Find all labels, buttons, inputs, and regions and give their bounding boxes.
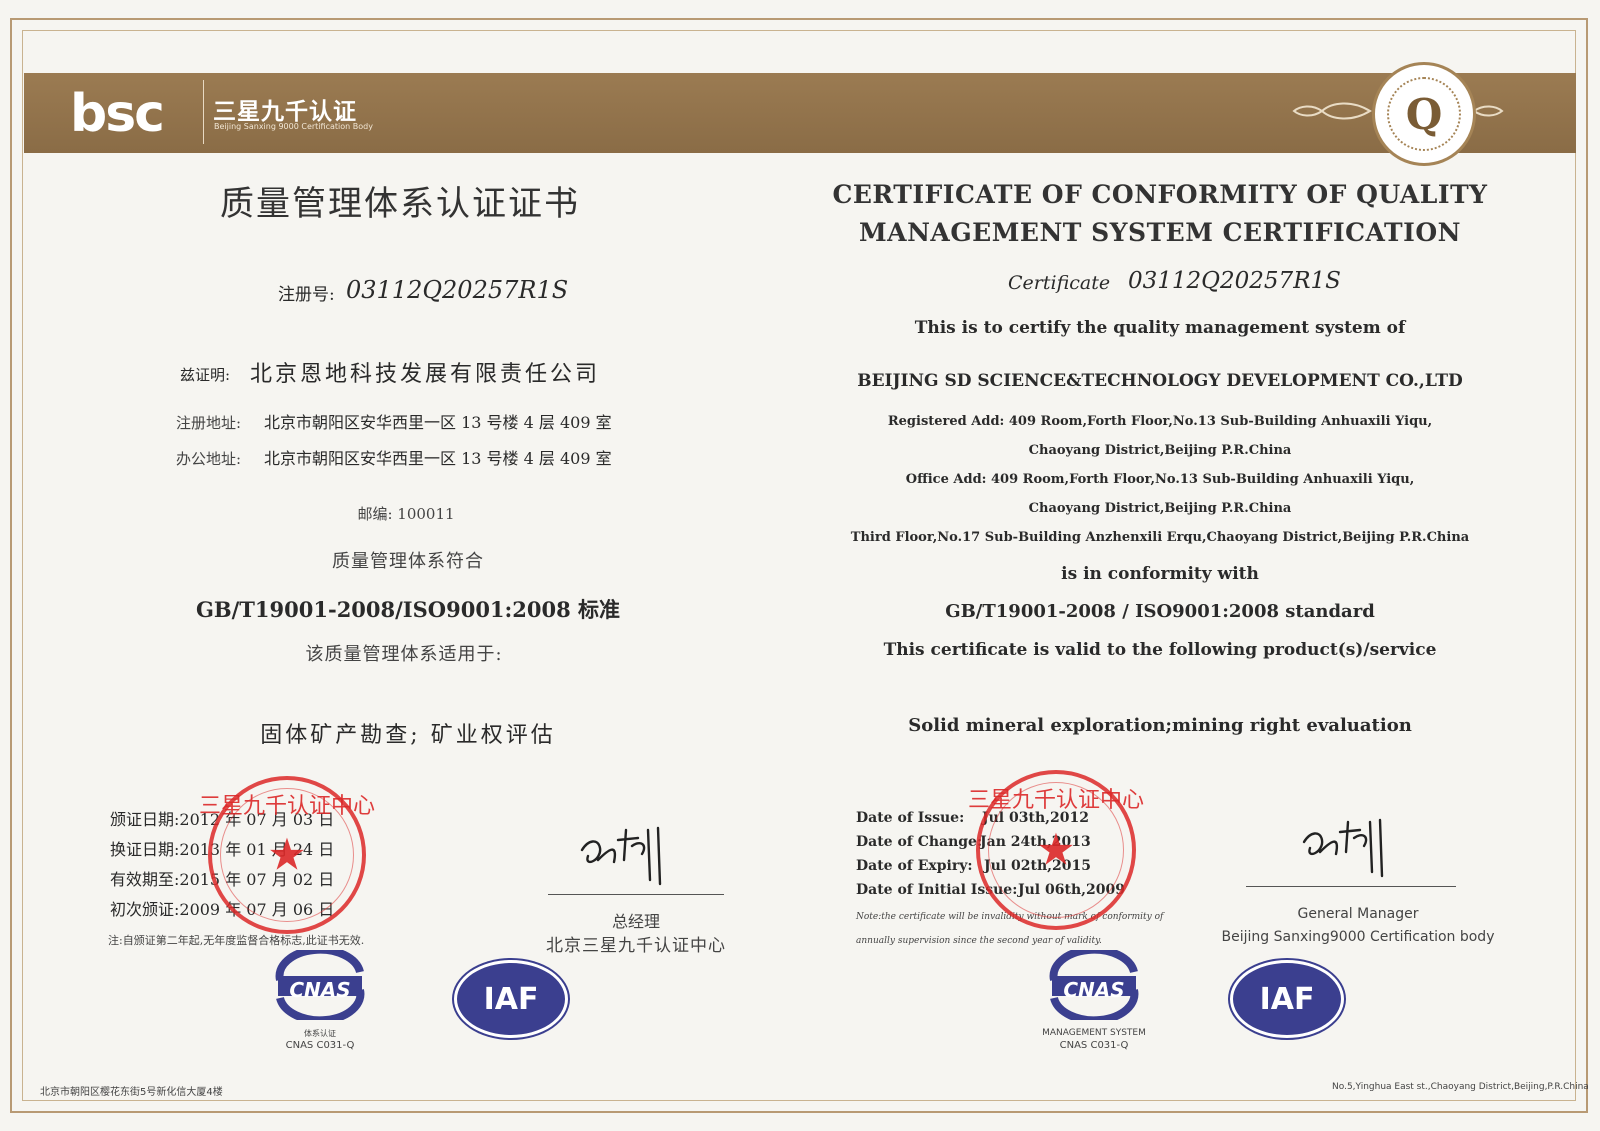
ornament-left-icon xyxy=(1292,102,1372,120)
en-scope: Solid mineral exploration;mining right e… xyxy=(908,715,1412,736)
en-cnas-label: MANAGEMENT SYSTEM xyxy=(1042,1028,1146,1038)
cn-scope: 固体矿产勘查; 矿业权评估 xyxy=(260,723,556,748)
cn-office-addr-label: 办公地址: xyxy=(176,450,242,468)
cn-signer-org: 北京三星九千认证中心 xyxy=(546,936,726,956)
en-cnas-code: CNAS C031-Q xyxy=(1059,1040,1129,1051)
stamp-text: 三星九千认证中心 xyxy=(967,788,1145,813)
cn-reg-addr: 北京市朝阳区安华西里一区 13 号楼 4 层 409 室 xyxy=(264,413,612,432)
cn-reg-label: 注册号: xyxy=(278,285,335,305)
en-footer-address: No.5,Yinghua East st.,Chaoyang District,… xyxy=(1332,1082,1589,1092)
cn-standard: GB/T19001-2008/ISO9001:2008 标准 xyxy=(195,597,621,622)
en-valid-for: This certificate is valid to the followi… xyxy=(883,640,1437,660)
en-reg-addr-1: Registered Add: 409 Room,Forth Floor,No.… xyxy=(887,414,1433,429)
cn-signer-title: 总经理 xyxy=(611,912,661,931)
cn-conform: 质量管理体系符合 xyxy=(332,551,484,572)
cn-title: 质量管理体系认证证书 xyxy=(220,184,580,224)
quality-emblem-icon: Q xyxy=(1372,62,1476,166)
cn-cnas-label: 体系认证 xyxy=(304,1029,336,1038)
en-reg-addr-2: Chaoyang District,Beijing P.R.China xyxy=(1028,443,1292,458)
cn-note: 注:自颁证第二年起,无年度监督合格标志,此证书无效. xyxy=(108,934,365,947)
cn-office-addr: 北京市朝阳区安华西里一区 13 号楼 4 层 409 室 xyxy=(264,449,612,468)
en-note-2: annually supervision since the second ye… xyxy=(856,936,1102,946)
en-red-stamp: 三星九千认证中心 ★ xyxy=(968,770,1144,930)
cn-scope-intro: 该质量管理体系适用于: xyxy=(305,644,503,665)
star-icon: ★ xyxy=(267,829,307,881)
en-iaf-logo-icon: IAF xyxy=(1230,960,1344,1038)
cn-iaf-logo-icon: IAF xyxy=(454,960,568,1038)
cn-company: 北京恩地科技发展有限责任公司 xyxy=(250,362,601,387)
en-signature xyxy=(1302,818,1384,878)
en-cert-label: Certificate xyxy=(1008,272,1111,294)
cn-footer-address: 北京市朝阳区樱花东街5号新化信大厦4楼 xyxy=(40,1087,223,1098)
cn-cnas-code: CNAS C031-Q xyxy=(285,1040,355,1051)
en-title-line1: CERTIFICATE OF CONFORMITY OF QUALITY xyxy=(832,180,1488,209)
en-cert-number: 03112Q20257R1S xyxy=(1128,268,1341,294)
en-change-label: Date of Change: xyxy=(856,834,983,850)
en-company: BEIJING SD SCIENCE&TECHNOLOGY DEVELOPMEN… xyxy=(857,371,1463,391)
certificate: bsc 三星九千认证 Beijing Sanxing 9000 Certific… xyxy=(0,0,1600,1131)
en-office-addr-1: Office Add: 409 Room,Forth Floor,No.13 S… xyxy=(905,472,1415,487)
cn-reg-addr-label: 注册地址: xyxy=(176,414,242,432)
cn-signature xyxy=(580,826,662,886)
brand-name-cn: 三星九千认证 xyxy=(213,99,357,125)
cn-red-stamp: 三星九千认证中心 ★ xyxy=(199,776,375,934)
bsc-logo: bsc xyxy=(70,84,165,144)
en-title-line2: MANAGEMENT SYSTEM CERTIFICATION xyxy=(859,218,1461,247)
en-standard: GB/T19001-2008 / ISO9001:2008 standard xyxy=(945,601,1375,622)
en-signer-title: General Manager xyxy=(1297,906,1419,922)
cn-postcode: 邮编: 100011 xyxy=(357,505,455,523)
en-office-addr-2: Chaoyang District,Beijing P.R.China xyxy=(1028,501,1292,516)
cn-certify-label: 兹证明: xyxy=(180,366,231,384)
en-conform: is in conformity with xyxy=(1061,564,1259,584)
en-expiry-label: Date of Expiry: xyxy=(856,858,973,874)
en-cnas-text: CNAS xyxy=(1063,978,1125,1002)
star-icon: ★ xyxy=(1036,824,1076,876)
en-signature-line xyxy=(1246,886,1456,887)
en-issue-label: Date of Issue: xyxy=(856,810,965,826)
stamp-text: 三星九千认证中心 xyxy=(198,794,376,819)
en-signer-org: Beijing Sanxing9000 Certification body xyxy=(1221,929,1495,945)
cn-cnas-text: CNAS xyxy=(289,978,351,1002)
emblem-letter: Q xyxy=(1387,77,1461,151)
cn-reg-number: 03112Q20257R1S xyxy=(346,276,569,304)
brand-name-en: Beijing Sanxing 9000 Certification Body xyxy=(214,122,373,131)
cn-signature-line xyxy=(548,894,724,895)
logo-divider xyxy=(203,80,204,144)
en-intro: This is to certify the quality managemen… xyxy=(914,318,1406,338)
en-office-addr-3: Third Floor,No.17 Sub-Building Anzhenxil… xyxy=(850,530,1470,545)
